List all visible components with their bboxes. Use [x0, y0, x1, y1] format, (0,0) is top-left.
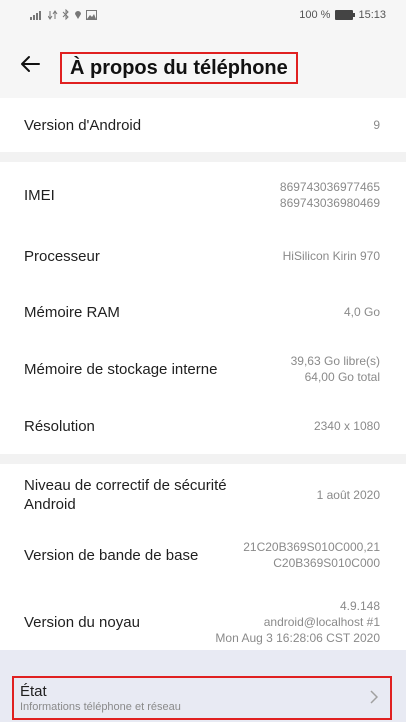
storage-free: 39,63 Go libre(s): [290, 354, 380, 368]
battery-percent: 100 %: [299, 9, 331, 21]
resolution-value: 2340 x 1080: [313, 419, 380, 433]
security-patch-label-2: Android: [24, 496, 76, 513]
image-icon: [86, 9, 97, 20]
imei-value: 869743036977465 869743036980469: [280, 179, 380, 211]
row-imei[interactable]: IMEI 869743036977465 869743036980469: [0, 162, 406, 228]
security-patch-label-1: Niveau de correctif de sécurité: [24, 477, 227, 494]
imei-label: IMEI: [24, 186, 55, 204]
baseband-value: 21C20B369S010C000,21 C20B369S010C000: [243, 539, 380, 571]
title-highlight-box: À propos du téléphone: [60, 52, 298, 84]
row-security-patch[interactable]: Niveau de correctif de sécurité Android …: [0, 464, 406, 526]
imei-value-2: 869743036980469: [279, 196, 380, 210]
kernel-value-1: 4.9.148: [339, 599, 380, 613]
signal-icon: [30, 10, 41, 20]
location-icon: [75, 11, 81, 19]
row-resolution[interactable]: Résolution 2340 x 1080: [0, 398, 406, 454]
page-title: À propos du téléphone: [70, 56, 288, 79]
section-divider: [0, 454, 406, 464]
status-bar: 100 % 15:13: [0, 0, 406, 30]
back-arrow-icon: [21, 56, 40, 72]
android-version-value: 9: [373, 118, 380, 132]
chevron-right-icon: [370, 688, 379, 709]
status-icons: [30, 9, 97, 20]
etat-section: État Informations téléphone et réseau: [0, 650, 406, 722]
ram-value: 4,0 Go: [343, 305, 380, 319]
screen: 100 % 15:13 À propos du téléphone Versio…: [0, 0, 406, 722]
back-button[interactable]: [14, 48, 46, 80]
section-divider: [0, 152, 406, 162]
row-kernel[interactable]: Version du noyau 4.9.148 android@localho…: [0, 584, 406, 660]
processor-value: HiSilicon Kirin 970: [282, 249, 380, 263]
kernel-value: 4.9.148 android@localhost #1 Mon Aug 3 1…: [215, 598, 380, 646]
baseband-value-2: C20B369S010C000: [273, 556, 380, 570]
security-patch-value: 1 août 2020: [316, 488, 380, 502]
imei-value-1: 869743036977465: [279, 180, 380, 194]
row-ram[interactable]: Mémoire RAM 4,0 Go: [0, 284, 406, 340]
row-etat[interactable]: État Informations téléphone et réseau: [12, 676, 392, 720]
storage-label: Mémoire de stockage interne: [24, 360, 218, 378]
security-patch-label: Niveau de correctif de sécurité Android: [24, 476, 227, 514]
row-processor[interactable]: Processeur HiSilicon Kirin 970: [0, 228, 406, 284]
row-android-version[interactable]: Version d'Android 9: [0, 98, 406, 152]
resolution-label: Résolution: [24, 417, 95, 435]
etat-subtitle: Informations téléphone et réseau: [20, 700, 181, 713]
bluetooth-icon: [62, 9, 69, 20]
etat-text: État Informations téléphone et réseau: [20, 683, 181, 714]
ram-label: Mémoire RAM: [24, 303, 120, 321]
processor-label: Processeur: [24, 247, 100, 265]
header: À propos du téléphone: [0, 30, 406, 98]
kernel-value-2: android@localhost #1: [263, 615, 380, 629]
status-right: 100 % 15:13: [299, 9, 386, 21]
row-baseband[interactable]: Version de bande de base 21C20B369S010C0…: [0, 526, 406, 584]
kernel-value-3: Mon Aug 3 16:28:06 CST 2020: [215, 631, 380, 645]
baseband-value-1: 21C20B369S010C000,21: [243, 540, 380, 554]
settings-list: Version d'Android 9 IMEI 869743036977465…: [0, 98, 406, 660]
battery-icon: [335, 10, 356, 20]
storage-total: 64,00 Go total: [304, 370, 380, 384]
row-storage[interactable]: Mémoire de stockage interne 39,63 Go lib…: [0, 340, 406, 398]
baseband-label: Version de bande de base: [24, 546, 199, 564]
etat-title: État: [20, 682, 47, 700]
android-version-label: Version d'Android: [24, 116, 142, 134]
kernel-label: Version du noyau: [24, 613, 140, 631]
data-icon: [48, 9, 58, 20]
storage-value: 39,63 Go libre(s) 64,00 Go total: [291, 353, 380, 385]
status-time: 15:13: [358, 9, 386, 21]
